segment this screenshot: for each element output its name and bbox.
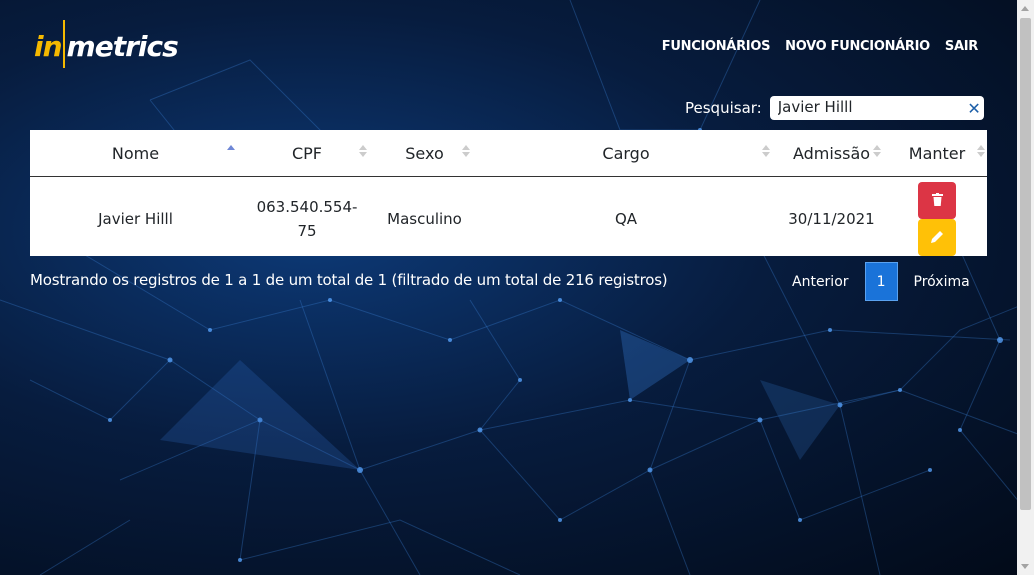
column-header-manter[interactable]: Manter — [887, 130, 987, 177]
table-info-text: Mostrando os registros de 1 a 1 de um to… — [30, 271, 668, 289]
column-header-nome[interactable]: Nome — [30, 130, 241, 177]
cell-actions — [887, 177, 987, 261]
sort-icon — [977, 145, 985, 157]
sort-icon — [359, 145, 367, 157]
column-label: Sexo — [405, 143, 444, 163]
delete-button[interactable] — [918, 181, 956, 219]
search-filter: Pesquisar: ✕ — [685, 96, 984, 120]
sort-icon — [873, 145, 881, 157]
pagination-previous[interactable]: Anterior — [784, 274, 857, 290]
column-header-cpf[interactable]: CPF — [241, 130, 373, 177]
scroll-down-icon[interactable] — [1021, 564, 1029, 569]
column-label: Admissão — [792, 143, 871, 163]
sort-icon — [462, 145, 470, 157]
scrollbar-thumb[interactable] — [1020, 18, 1031, 510]
sort-icon — [762, 145, 770, 157]
column-header-admissao[interactable]: Admissão — [776, 130, 887, 177]
cell-cpf: 063.540.554-75 — [256, 197, 358, 240]
column-label: Manter — [908, 143, 966, 163]
column-header-cargo[interactable]: Cargo — [476, 130, 776, 177]
nav-link-employees[interactable]: FUNCIONÁRIOS — [662, 39, 771, 54]
top-nav: FUNCIONÁRIOS NOVO FUNCIONÁRIO SAIR — [662, 39, 979, 54]
pagination-current-page[interactable]: 1 — [864, 262, 898, 301]
sort-icon — [227, 145, 235, 150]
column-label: Nome — [111, 143, 160, 163]
logo-part-in: in — [34, 30, 63, 63]
search-label: Pesquisar: — [685, 99, 762, 117]
nav-link-new-employee[interactable]: NOVO FUNCIONÁRIO — [785, 39, 930, 54]
column-label: Cargo — [602, 143, 650, 163]
edit-button[interactable] — [918, 218, 956, 256]
employees-table: Nome CPF Sexo Cargo Admissão Manter Javi… — [30, 130, 987, 256]
cell-sexo: Masculino — [387, 209, 462, 228]
pencil-icon — [930, 231, 943, 243]
table-header-row: Nome CPF Sexo Cargo Admissão Manter — [30, 130, 987, 177]
search-input[interactable] — [777, 96, 968, 118]
pagination: Anterior 1 Próxima — [784, 262, 978, 301]
nav-link-logout[interactable]: SAIR — [945, 39, 978, 54]
column-label: CPF — [291, 143, 323, 163]
cell-cargo: QA — [614, 209, 638, 228]
close-icon[interactable]: ✕ — [967, 99, 980, 118]
cell-admissao: 30/11/2021 — [788, 209, 875, 228]
logo-divider — [62, 20, 65, 68]
cell-nome: Javier Hilll — [98, 209, 173, 228]
pagination-next[interactable]: Próxima — [906, 274, 978, 290]
trash-icon — [931, 193, 943, 206]
vertical-scrollbar[interactable] — [1017, 0, 1034, 575]
logo-part-metrics: metrics — [66, 30, 179, 63]
inmetrics-logo[interactable]: in metrics — [34, 20, 179, 72]
search-box: ✕ — [769, 96, 984, 120]
column-header-sexo[interactable]: Sexo — [373, 130, 476, 177]
scroll-up-icon[interactable] — [1021, 6, 1029, 11]
table-row: Javier Hilll 063.540.554-75 Masculino QA… — [30, 177, 987, 261]
